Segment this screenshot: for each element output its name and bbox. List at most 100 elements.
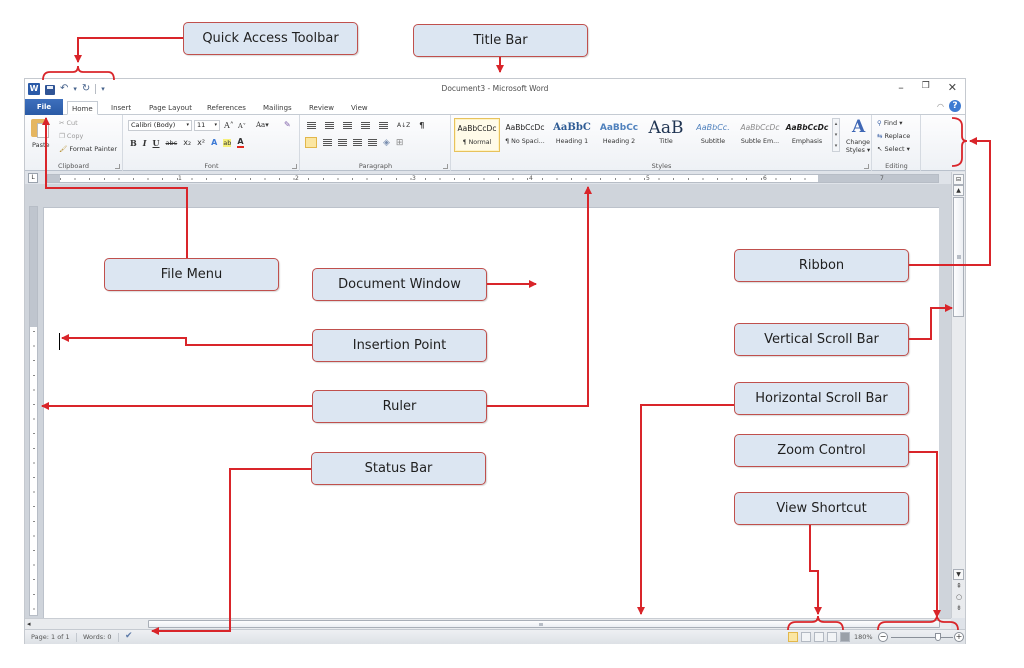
zoom-in-button[interactable]: + [954,632,964,642]
paragraph-launcher-icon[interactable] [443,164,448,169]
font-launcher-icon[interactable] [292,164,297,169]
tab-file[interactable]: File [25,99,63,115]
vertical-scroll-bar[interactable]: ⊟ ▲ ▼ ⇞ ○ ⇟ [951,172,965,618]
style-subtitle[interactable]: AaBbCc. Subtitle [690,118,736,152]
align-left-icon[interactable] [305,137,317,148]
grow-font-button[interactable]: A˄ [224,121,234,130]
tab-mailings[interactable]: Mailings [259,101,296,115]
callout-document-window: Document Window [312,268,487,301]
bold-button[interactable]: B [130,138,137,148]
shading-icon[interactable]: ◈ [383,138,390,148]
outline-view-button[interactable] [827,632,837,642]
right-margin [818,175,938,182]
tab-selector-button[interactable]: L [28,173,38,183]
browse-object-button[interactable]: ○ [954,593,964,601]
numbering-icon[interactable] [325,122,334,129]
align-right-icon[interactable] [338,139,347,146]
horizontal-scroll-thumb[interactable] [148,620,940,628]
zoom-out-button[interactable]: − [878,632,888,642]
horizontal-ruler[interactable]: 1 2 3 4 5 6 7 [47,174,939,183]
font-size-select[interactable]: 11 ▾ [194,120,220,131]
next-page-button[interactable]: ⇟ [954,604,964,612]
sort-icon[interactable]: A↓Z [397,122,410,129]
tab-insert[interactable]: Insert [107,101,135,115]
draft-view-button[interactable] [840,632,850,642]
clipboard-launcher-icon[interactable] [115,164,120,169]
callout-zoom-control: Zoom Control [734,434,909,467]
center-icon[interactable] [323,139,332,146]
styles-launcher-icon[interactable] [864,164,869,169]
ribbon-tabs: File Home Insert Page Layout References … [25,99,965,115]
callout-status-bar: Status Bar [311,452,486,485]
minimize-ribbon-icon[interactable]: ◠ [937,102,944,111]
vertical-ruler[interactable] [29,206,38,616]
view-ruler-button[interactable]: ⊟ [953,174,964,185]
strikethrough-button[interactable]: abc [166,139,178,147]
brush-icon: 🖌︎ [59,145,70,153]
word-count[interactable]: Words: 0 [83,633,119,642]
help-icon[interactable]: ? [949,100,961,112]
shrink-font-button[interactable]: A˅ [238,122,246,130]
multilevel-list-icon[interactable] [343,122,352,129]
format-painter-button[interactable]: 🖌︎ Format Painter [59,145,117,153]
italic-button[interactable]: I [143,138,147,148]
zoom-level[interactable]: 180% [854,633,873,641]
decrease-indent-icon[interactable] [361,122,370,129]
style-title[interactable]: AaB Title [643,118,689,152]
word-window: W ↶ ▾ ↻ ▾ Document3 - Microsoft Word – ❐… [24,78,966,644]
page-count[interactable]: Page: 1 of 1 [31,633,77,642]
subscript-button[interactable]: x₂ [183,138,191,147]
font-format-row: B I U abc x₂ x² A ab A [130,137,244,148]
horizontal-scroll-bar[interactable]: ◂ [25,618,951,629]
cut-button[interactable]: ✂ Cut [59,119,78,127]
copy-button[interactable]: ❐ Copy [59,132,83,140]
zoom-slider-thumb[interactable] [934,633,941,641]
minimize-button[interactable]: – [898,81,904,94]
close-button[interactable]: ✕ [948,81,957,94]
vertical-scroll-thumb[interactable] [953,197,964,317]
help-area: ◠ ? [937,100,961,112]
tab-review[interactable]: Review [305,101,338,115]
scroll-left-button[interactable]: ◂ [27,620,31,628]
change-styles-button[interactable]: A Change Styles ▾ [844,115,872,163]
borders-icon[interactable]: ⊞ [396,138,404,148]
zoom-slider-track[interactable] [891,637,953,638]
underline-button[interactable]: U [153,138,160,148]
previous-page-button[interactable]: ⇞ [954,582,964,590]
change-case-button[interactable]: Aa▾ [256,121,269,129]
replace-button[interactable]: ⇆ Replace [877,132,910,140]
maximize-button[interactable]: ❐ [922,81,930,94]
tab-home[interactable]: Home [67,101,98,115]
style-heading-1[interactable]: AaBbC Heading 1 [549,118,595,152]
style-subtle-emphasis[interactable]: AaBbCcDc Subtle Em... [737,118,783,152]
font-color-button[interactable]: A [237,137,244,148]
tab-page-layout[interactable]: Page Layout [145,101,196,115]
select-button[interactable]: ↖ Select ▾ [877,145,910,153]
web-layout-view-button[interactable] [814,632,824,642]
scroll-down-button[interactable]: ▼ [953,569,964,580]
style-emphasis[interactable]: AaBbCcDc Emphasis [784,118,830,152]
font-name-select[interactable]: Calibri (Body) ▾ [128,120,192,131]
show-marks-icon[interactable]: ¶ [419,121,424,130]
clear-formatting-icon[interactable]: ✎ [284,120,291,129]
scroll-up-button[interactable]: ▲ [953,185,964,196]
highlight-button[interactable]: ab [223,138,232,147]
tab-references[interactable]: References [203,101,250,115]
style-heading-2[interactable]: AaBbCc Heading 2 [596,118,642,152]
tab-view[interactable]: View [347,101,372,115]
paste-button[interactable]: Paste [32,141,50,149]
print-layout-view-button[interactable] [788,632,798,642]
full-screen-reading-view-button[interactable] [801,632,811,642]
style-no-spacing[interactable]: AaBbCcDc ¶ No Spaci... [502,118,548,152]
styles-gallery-scroll[interactable]: ▴ ▾ ▾ [832,118,840,152]
increase-indent-icon[interactable] [379,122,388,129]
style-normal[interactable]: AaBbCcDc ¶ Normal [454,118,500,152]
text-effects-button[interactable]: A [211,138,217,147]
superscript-button[interactable]: x² [197,138,205,147]
find-button[interactable]: ⚲ Find ▾ [877,119,902,127]
justify-icon[interactable] [353,139,362,146]
proofing-icon[interactable]: ✔ [125,631,133,641]
line-spacing-icon[interactable] [368,139,377,146]
bullets-icon[interactable] [307,122,316,129]
paste-icon[interactable] [31,119,49,138]
